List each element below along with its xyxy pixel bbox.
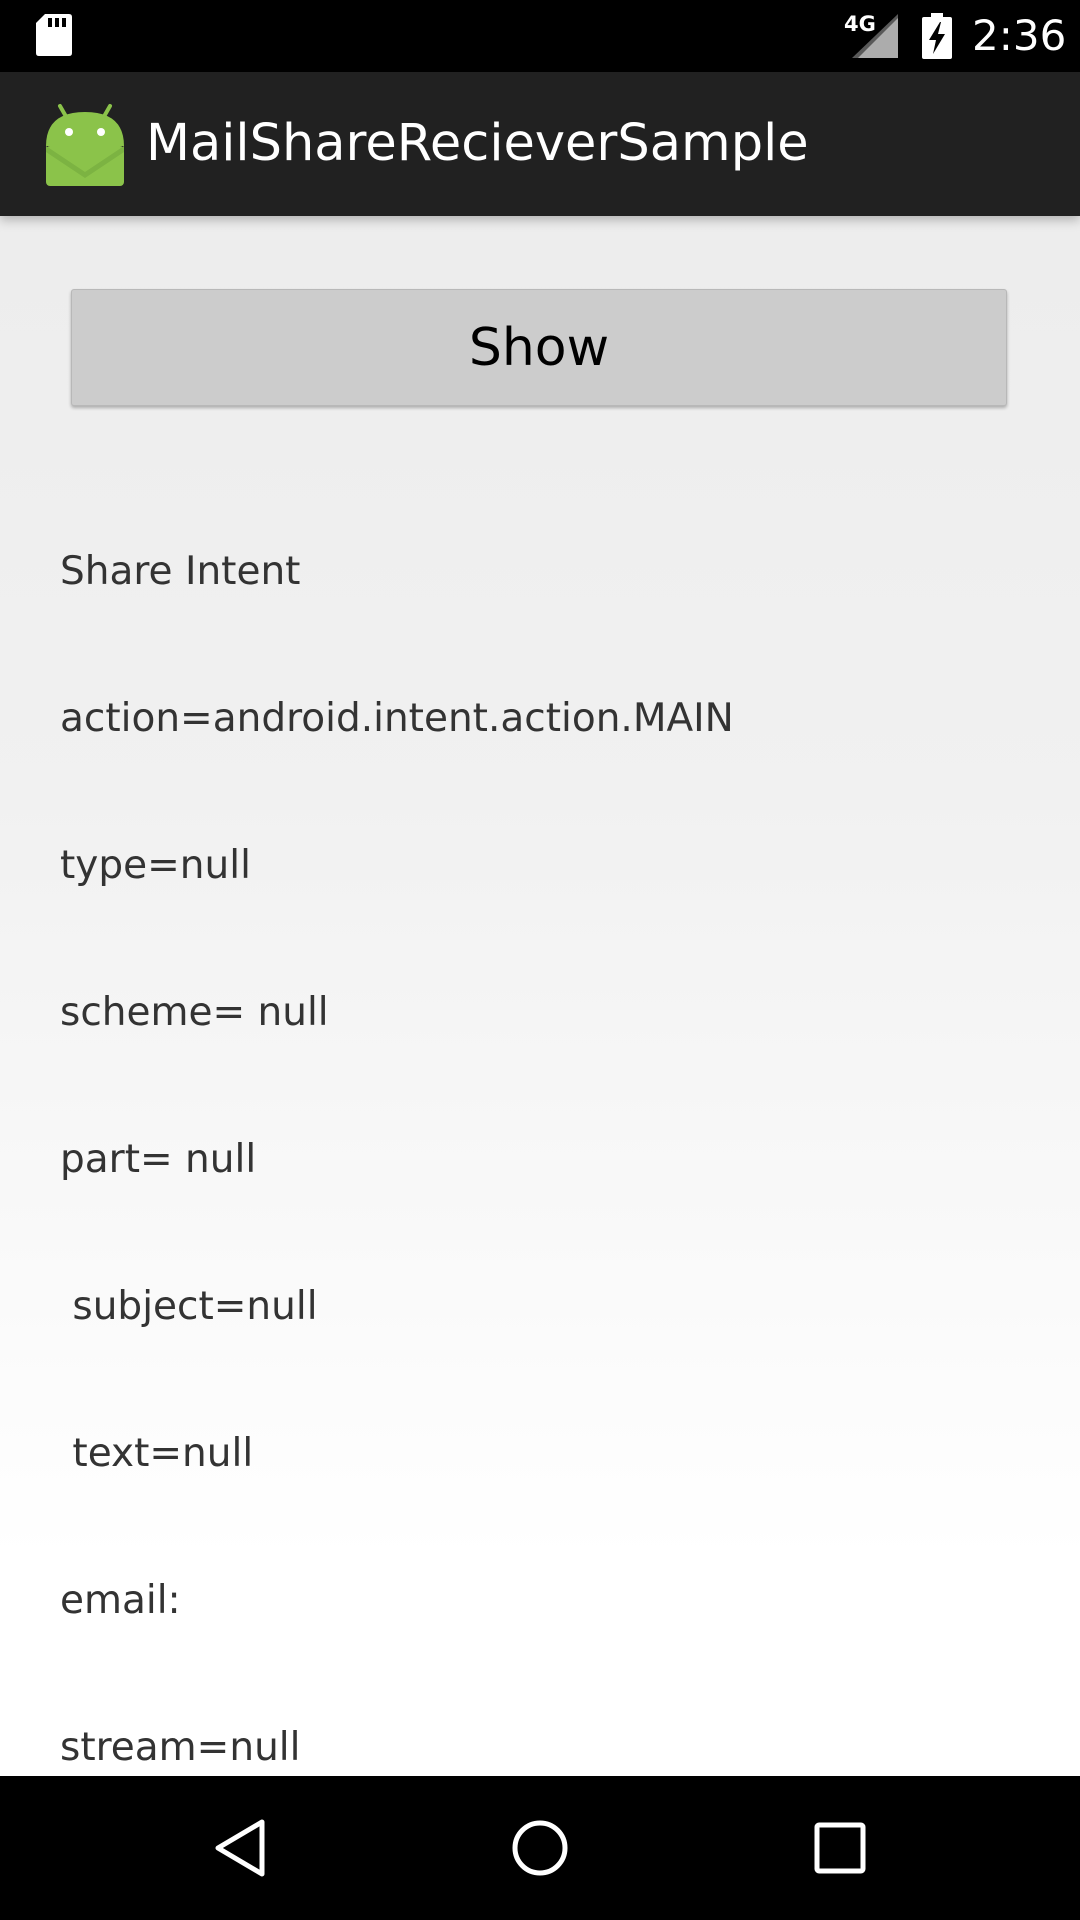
app-title: MailShareRecieverSample <box>146 114 809 173</box>
info-line-subject: subject=null <box>60 1284 318 1329</box>
status-bar: 4G 2:36 <box>0 0 1080 72</box>
action-bar: MailShareRecieverSample <box>0 72 1080 216</box>
recents-button[interactable] <box>790 1798 890 1898</box>
recents-icon <box>814 1822 866 1874</box>
info-line-email: email: <box>60 1578 194 1623</box>
info-line-stream: stream=null <box>60 1725 301 1770</box>
info-line-action: action=android.intent.action.MAIN <box>60 696 734 741</box>
info-line-scheme: scheme= null <box>60 990 329 1035</box>
back-button[interactable] <box>190 1798 290 1898</box>
home-icon <box>512 1820 568 1876</box>
battery-charging-icon <box>922 13 952 59</box>
cell-signal-icon <box>852 14 898 58</box>
sd-card-icon <box>36 14 72 56</box>
navigation-bar <box>0 1776 1080 1920</box>
screen: 4G 2:36 MailShareRecieverSample Show Sha… <box>0 0 1080 1920</box>
info-line-text: text=null <box>60 1431 254 1476</box>
info-line-heading: Share Intent <box>60 549 301 594</box>
show-button[interactable]: Show <box>71 289 1007 406</box>
info-line-part: part= null <box>60 1137 257 1182</box>
android-robot-icon <box>46 104 124 186</box>
share-intent-info: Share Intent action=android.intent.actio… <box>60 449 1020 1870</box>
info-line-type: type=null <box>60 843 251 888</box>
back-icon <box>215 1819 265 1877</box>
clock: 2:36 <box>972 11 1067 60</box>
home-button[interactable] <box>490 1798 590 1898</box>
